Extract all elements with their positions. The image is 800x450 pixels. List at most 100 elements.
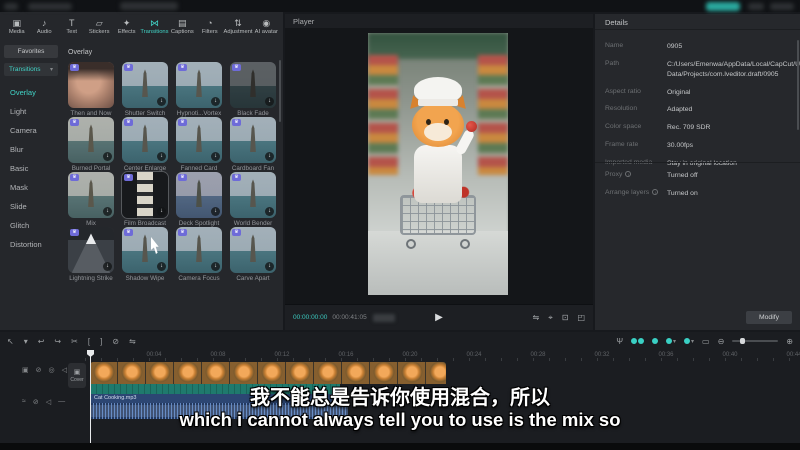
transition-card-shadow-wipe[interactable]: ♛↓ [122,227,168,273]
magnet-toggle[interactable] [652,338,658,344]
sidebar-item-glitch[interactable]: Glitch [4,216,58,235]
transition-card-then-and-now[interactable]: ♛ [68,62,114,108]
trim-left-icon[interactable]: [ [88,337,90,346]
overlap-toggle[interactable]: ▾ [684,338,694,345]
sidebar-item-blur[interactable]: Blur [4,140,58,159]
sidebar-item-distortion[interactable]: Distortion [4,235,58,254]
shelf-right [478,55,508,175]
grid-scrollbar[interactable] [279,60,281,122]
transition-card-mix[interactable]: ♛↓ [68,172,114,218]
sidebar-item-basic[interactable]: Basic [4,159,58,178]
transition-card-deck-spotlight[interactable]: ♛↓ [176,172,222,218]
toolbar-item-adjustment[interactable]: ⇅Adjustment [224,18,253,35]
subtitle-chinese: 我不能总是告诉你使用混合，所以 [0,381,800,410]
toolbar-item-audio[interactable]: ♪Audio [30,18,57,35]
toolbar-item-label: Effects [118,29,136,35]
zoom-in-icon[interactable]: ⊕ [786,337,793,346]
toolbar-item-stickers[interactable]: ▱Stickers [85,18,112,35]
sidebar-item-camera[interactable]: Camera [4,121,58,140]
timeline-tools-right: Ψ ▾▾ ▭ ⊖ ⊕ [616,337,793,346]
modify-button[interactable]: Modify [746,311,792,324]
transition-card-label: Fanned Card [172,165,226,172]
download-icon: ↓ [265,207,274,216]
play-button[interactable]: ▶ [435,312,443,323]
capcut-editor-window: ▣Media♪AudioTText▱Stickers✦Effects⋈Trans… [0,0,800,450]
cart-wheel-left [406,239,416,249]
sidebar-item-slide[interactable]: Slide [4,197,58,216]
toolbar-item-label: Filters [202,29,218,35]
details-scrollbar[interactable] [797,40,799,130]
transition-card-shutter-switch[interactable]: ♛↓ [122,62,168,108]
transition-card-burned-portal[interactable]: ♛↓ [68,117,114,163]
pack-selector-label: Transitions [9,66,41,73]
ratio-icon[interactable]: ⊡ [562,313,569,323]
info-icon: i [652,189,658,195]
toolbar-item-transitions[interactable]: ⋈Transitions [140,18,168,35]
sidebar-item-light[interactable]: Light [4,102,58,121]
transition-card-camera-focus[interactable]: ♛↓ [176,227,222,273]
record-voiceover-icon[interactable]: Ψ [616,337,623,346]
transition-card-label: Carve Apart [226,275,280,282]
video-preview[interactable] [368,33,508,295]
vip-badge-icon: ♛ [178,119,187,126]
pack-selector[interactable]: Transitions ▾ [4,63,58,76]
lock-icon[interactable]: ⊘ [36,366,42,374]
details-row-path: PathC:/Users/Emenwa/AppData/Local/CapCut… [605,60,792,80]
transition-card-film-broadcast[interactable]: ♛↓ [122,172,168,218]
transition-card-label: Shutter Switch [118,110,172,117]
focus-icon[interactable]: ⌖ [548,313,553,323]
sidebar-item-overlay[interactable]: Overlay [4,83,58,102]
current-time: 00:00:00:00 [293,314,327,321]
preview-frame-icon[interactable]: ▭ [702,337,710,346]
toolbar-item-filters[interactable]: ◔Filters [196,18,223,35]
export-button[interactable] [706,2,740,11]
timeline-tools-left: ↖ ▾ ↩ ↪ ✂ [] ⊘ ⇋ [7,337,136,346]
snap-toggle-group: ▾▾ [631,338,694,345]
undo-icon[interactable]: ↩ [38,337,45,346]
toolbar-item-effects[interactable]: ✦Effects [113,18,140,35]
select-tool-icon[interactable]: ↖ [7,337,14,346]
timeline-toolbar: ↖▾↩↪✂[]⊘⇋ Ψ ▾▾ ▭ ⊖ ⊕ [0,332,800,350]
delete-icon[interactable]: ⊘ [112,337,119,346]
transition-card-cardboard-fan[interactable]: ♛↓ [230,117,276,163]
toolbar-item-captions[interactable]: ▤Captions [169,18,196,35]
store-floor [368,231,508,295]
player-panel: Player [285,14,593,330]
vip-badge-icon: ♛ [124,119,133,126]
trim-right-icon[interactable]: ] [100,337,102,346]
transition-card-hypnoti-vortex[interactable]: ♛↓ [176,62,222,108]
timeline-zoom-slider[interactable] [732,340,778,342]
timeline-ruler[interactable]: 00:0400:0800:1200:1600:2000:2400:2800:32… [85,350,800,362]
transition-card-world-bender[interactable]: ♛↓ [230,172,276,218]
mute-icon[interactable]: ◁ [62,366,67,374]
transition-card-fanned-card[interactable]: ♛↓ [176,117,222,163]
redo-icon[interactable]: ↪ [54,337,61,346]
download-icon: ↓ [103,262,112,271]
zoom-out-icon[interactable]: ⊖ [718,337,725,346]
fullscreen-icon[interactable]: ◰ [577,313,585,323]
mirror-icon[interactable]: ⇋ [533,313,540,323]
hide-icon[interactable]: ◎ [49,366,55,374]
mirror-clip-icon[interactable]: ⇋ [129,337,136,346]
toolbar-item-label: Captions [171,29,194,35]
track-type-icon[interactable]: ▣ [22,366,29,374]
captions-icon: ▤ [178,18,187,28]
window-titlebar [0,0,800,12]
snap-toggle[interactable]: ▾ [666,338,676,345]
menu-icon[interactable] [4,3,18,10]
toolbar-item-ai-avatar[interactable]: ◉AI avatar [253,18,280,35]
cat-muzzle [424,123,452,141]
favorites-button[interactable]: Favorites [4,45,58,58]
transition-card-black-fade[interactable]: ♛↓ [230,62,276,108]
select-dropdown-icon[interactable]: ▾ [24,337,28,346]
transition-card-center-enlarge[interactable]: ♛↓ [122,117,168,163]
link-toggle[interactable] [631,338,644,344]
toolbar-item-text[interactable]: TText [58,18,85,35]
zoom-slider-thumb[interactable] [740,338,745,344]
split-icon[interactable]: ✂ [71,337,78,346]
toolbar-item-media[interactable]: ▣Media [3,18,30,35]
transition-card-carve-apart[interactable]: ♛↓ [230,227,276,273]
transition-card-label: Shadow Wipe [118,275,172,282]
transition-card-lightning-strike[interactable]: ♛↓ [68,227,114,273]
sidebar-item-mask[interactable]: Mask [4,178,58,197]
